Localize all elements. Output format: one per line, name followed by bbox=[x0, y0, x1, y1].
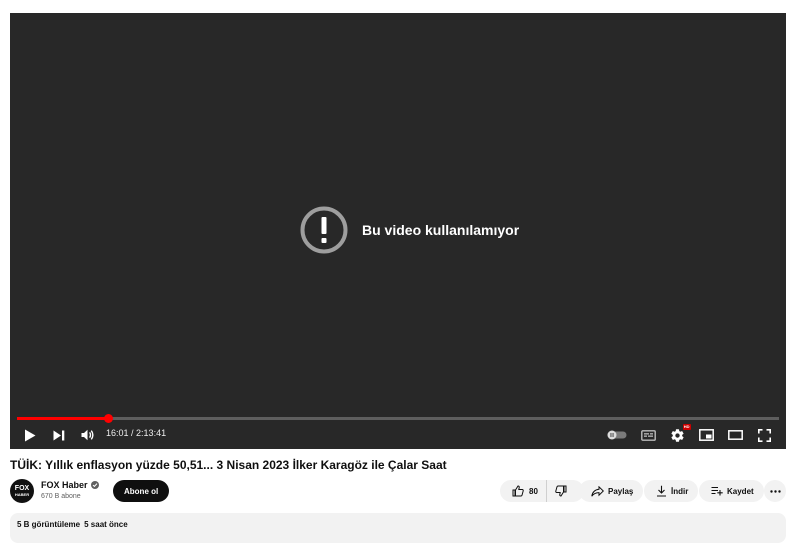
settings-icon: HD bbox=[670, 423, 691, 443]
unavailable-text: Bu video kullanılamıyor bbox=[362, 222, 520, 238]
unavailable-message: Bu video kullanılamıyor bbox=[300, 206, 519, 254]
view-count: 5 B görüntüleme bbox=[17, 520, 81, 529]
next-button[interactable] bbox=[48, 424, 70, 446]
like-dislike-group: 80 bbox=[500, 480, 584, 502]
player-controls: 16:01 / 2:13:41 HD bbox=[10, 423, 786, 446]
next-icon bbox=[53, 430, 65, 441]
progress-played bbox=[17, 417, 109, 420]
save-label: Kaydet bbox=[727, 486, 754, 496]
volume-button[interactable] bbox=[77, 424, 99, 446]
more-horizontal-icon bbox=[769, 489, 781, 493]
alert-circle-icon bbox=[300, 206, 348, 254]
upload-time: 5 saat önce bbox=[84, 520, 128, 529]
thumbs-down-icon bbox=[555, 485, 567, 497]
subscriber-count: 670 B abone bbox=[41, 493, 81, 500]
description-box[interactable]: 5 B görüntüleme 5 saat önce bbox=[10, 513, 786, 543]
share-button[interactable]: Paylaş bbox=[579, 480, 644, 502]
miniplayer-button[interactable] bbox=[695, 424, 717, 446]
channel-avatar[interactable]: FOX HABER bbox=[10, 479, 34, 503]
channel-row: FOX HABER FOX Haber 670 B abone Abone ol… bbox=[10, 479, 786, 505]
share-icon bbox=[591, 485, 604, 497]
hd-badge: HD bbox=[682, 423, 691, 430]
theater-icon bbox=[727, 430, 743, 440]
description-meta: 5 B görüntüleme 5 saat önce bbox=[17, 520, 128, 529]
autoplay-toggle[interactable] bbox=[606, 424, 628, 446]
duration: 2:13:41 bbox=[136, 428, 167, 438]
autoplay-toggle-icon bbox=[607, 430, 627, 440]
play-button[interactable] bbox=[19, 424, 41, 446]
dislike-button[interactable] bbox=[547, 480, 567, 502]
subtitles-icon bbox=[640, 429, 656, 441]
video-title: TÜİK: Yıllık enflasyon yüzde 50,51... 3 … bbox=[10, 458, 447, 472]
time-display: 16:01 / 2:13:41 bbox=[106, 428, 166, 438]
avatar-text-bottom: HABER bbox=[14, 492, 30, 497]
settings-button[interactable]: HD bbox=[666, 423, 691, 446]
miniplayer-icon bbox=[698, 429, 714, 441]
progress-bar[interactable] bbox=[17, 414, 779, 423]
verified-badge-icon bbox=[90, 481, 99, 489]
fullscreen-button[interactable] bbox=[753, 424, 775, 446]
save-button[interactable]: Kaydet bbox=[699, 480, 764, 502]
playlist-add-icon bbox=[711, 486, 723, 496]
theater-mode-button[interactable] bbox=[724, 424, 746, 446]
avatar-text-top: FOX bbox=[14, 485, 30, 492]
more-actions-button[interactable] bbox=[764, 480, 786, 502]
progress-scrubber[interactable] bbox=[104, 414, 114, 423]
volume-icon bbox=[81, 429, 95, 441]
download-icon bbox=[656, 485, 667, 497]
download-button[interactable]: İndir bbox=[644, 480, 699, 502]
channel-name[interactable]: FOX Haber bbox=[41, 480, 88, 490]
current-time: 16:01 bbox=[106, 428, 129, 438]
share-label: Paylaş bbox=[608, 486, 634, 496]
subtitles-button[interactable] bbox=[637, 424, 659, 446]
video-player[interactable]: Bu video kullanılamıyor 16:01 / 2:13:41 bbox=[10, 13, 786, 449]
play-icon bbox=[24, 429, 36, 442]
thumbs-up-icon bbox=[512, 485, 524, 497]
like-count: 80 bbox=[529, 486, 538, 496]
subscribe-button[interactable]: Abone ol bbox=[113, 480, 170, 502]
time-separator: / bbox=[128, 428, 137, 438]
download-label: İndir bbox=[671, 486, 689, 496]
fullscreen-icon bbox=[757, 428, 771, 442]
channel-name-row: FOX Haber bbox=[41, 480, 99, 490]
like-button[interactable]: 80 bbox=[500, 480, 547, 502]
